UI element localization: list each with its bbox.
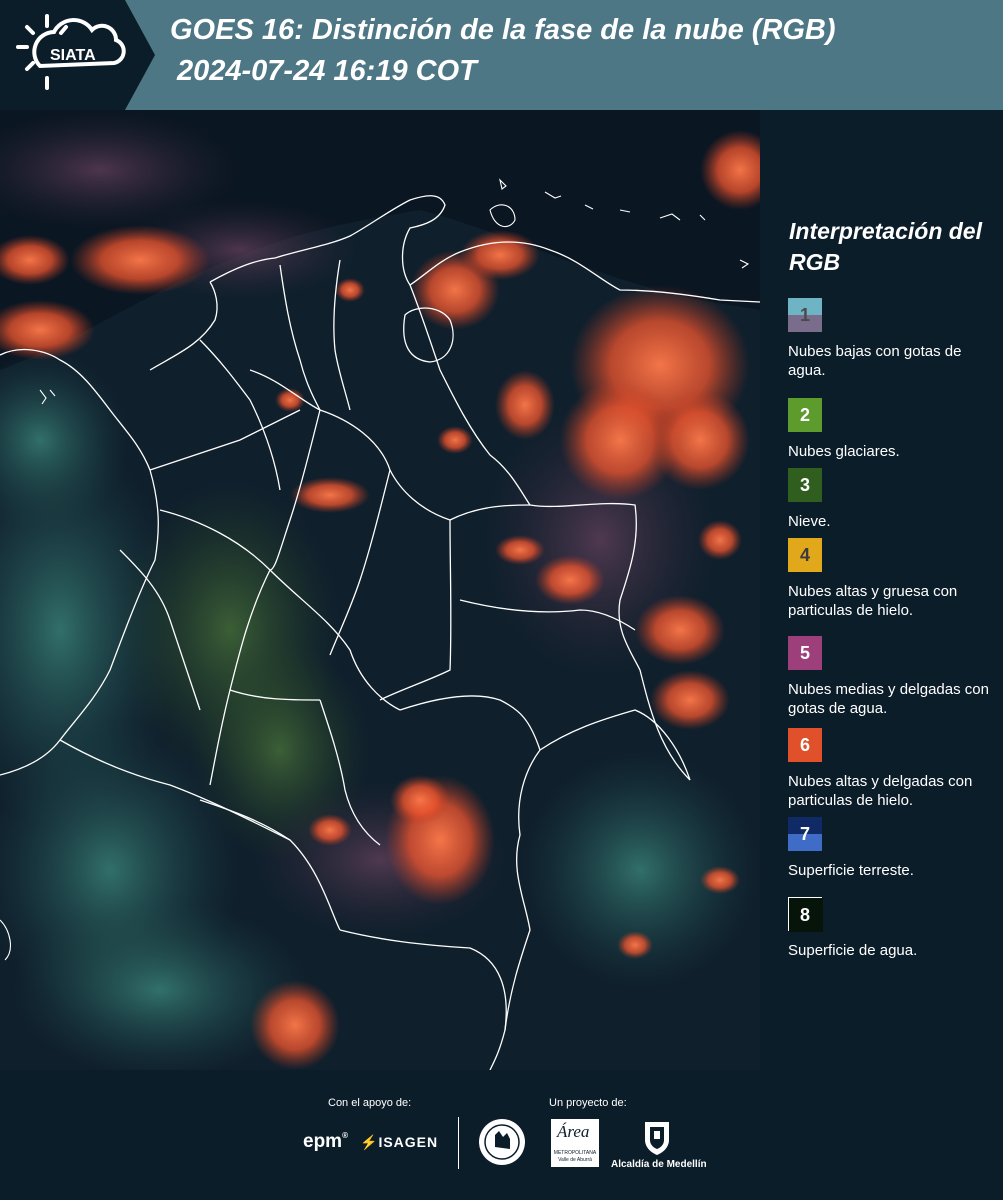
legend-label: Nubes bajas con gotas de agua. [788,343,962,379]
legend-number: 2 [799,405,810,425]
isagen-mark-icon: ⚡ [360,1134,379,1150]
project-label: Un proyecto de: [549,1097,627,1109]
sun-cloud-icon: SIATA [0,0,155,110]
satellite-map[interactable] [0,110,760,1070]
legend-swatch: 7 [788,817,822,851]
support-label: Con el apoyo de: [328,1097,412,1109]
legend-swatch: 8 [788,897,823,932]
header-bar: SIATA GOES 16: Distinción de la fase de … [0,0,1003,110]
epm-logo[interactable]: epm® [303,1131,348,1153]
legend-label: Superficie de agua. [788,942,918,959]
epm-text: epm [303,1131,343,1152]
page-title: GOES 16: Distinción de la fase de la nub… [170,14,836,46]
legend-number: 5 [799,643,810,663]
legend-swatch: 4 [788,538,822,572]
legend-number: 7 [799,824,810,844]
legend-label: Superficie terreste. [788,862,914,879]
legend-swatch: 3 [788,468,822,502]
page-timestamp: 2024-07-24 16:19 COT [177,55,477,87]
legend-label: Nieve. [788,513,831,530]
area-logo-line1: METROPOLITANA [553,1150,597,1156]
legend-number: 8 [799,905,810,925]
footer: Con el apoyo de: Un proyecto de: epm® ⚡I… [0,1070,1003,1200]
legend-label: Nubes altas y delgadas con particulas de… [788,773,973,809]
siata-brand-text: SIATA [50,47,96,64]
legend-number: 3 [799,475,810,495]
legend-number: 1 [799,305,810,325]
area-metropolitana-logo[interactable]: Área METROPOLITANA Valle de Aburrá [551,1119,599,1167]
satellite-rgb-map-colombia [0,110,760,1070]
legend-swatch: 5 [788,636,822,670]
area-logo-script: Área [557,1122,590,1141]
area-logo-line2: Valle de Aburrá [558,1157,592,1163]
legend-swatch: 2 [788,398,822,432]
isagen-logo[interactable]: ⚡ISAGEN [360,1134,438,1151]
legend-panel: Interpretación del RGB 1 Nubes bajas con … [760,110,1003,1070]
siata-seal-logo[interactable] [477,1117,527,1167]
legend-number: 4 [799,545,810,565]
alcaldia-text: Alcaldía de Medellín [611,1159,707,1170]
coat-of-arms-icon [645,1122,669,1155]
legend-label: Nubes altas y gruesa con particulas de h… [788,583,958,619]
legend-number: 6 [799,735,810,755]
legend-title: Interpretación del RGB [789,218,982,275]
footer-divider [458,1117,459,1169]
legend-swatch: 1 [788,298,822,332]
siata-logo[interactable]: SIATA [0,0,155,110]
legend-label: Nubes medias y delgadas con gotas de agu… [788,681,989,717]
alcaldia-shield-logo[interactable] [640,1118,674,1156]
legend-swatch: 6 [788,728,822,762]
seal-icon [479,1119,525,1165]
isagen-text: ISAGEN [378,1134,439,1150]
legend-label: Nubes glaciares. [788,443,900,460]
